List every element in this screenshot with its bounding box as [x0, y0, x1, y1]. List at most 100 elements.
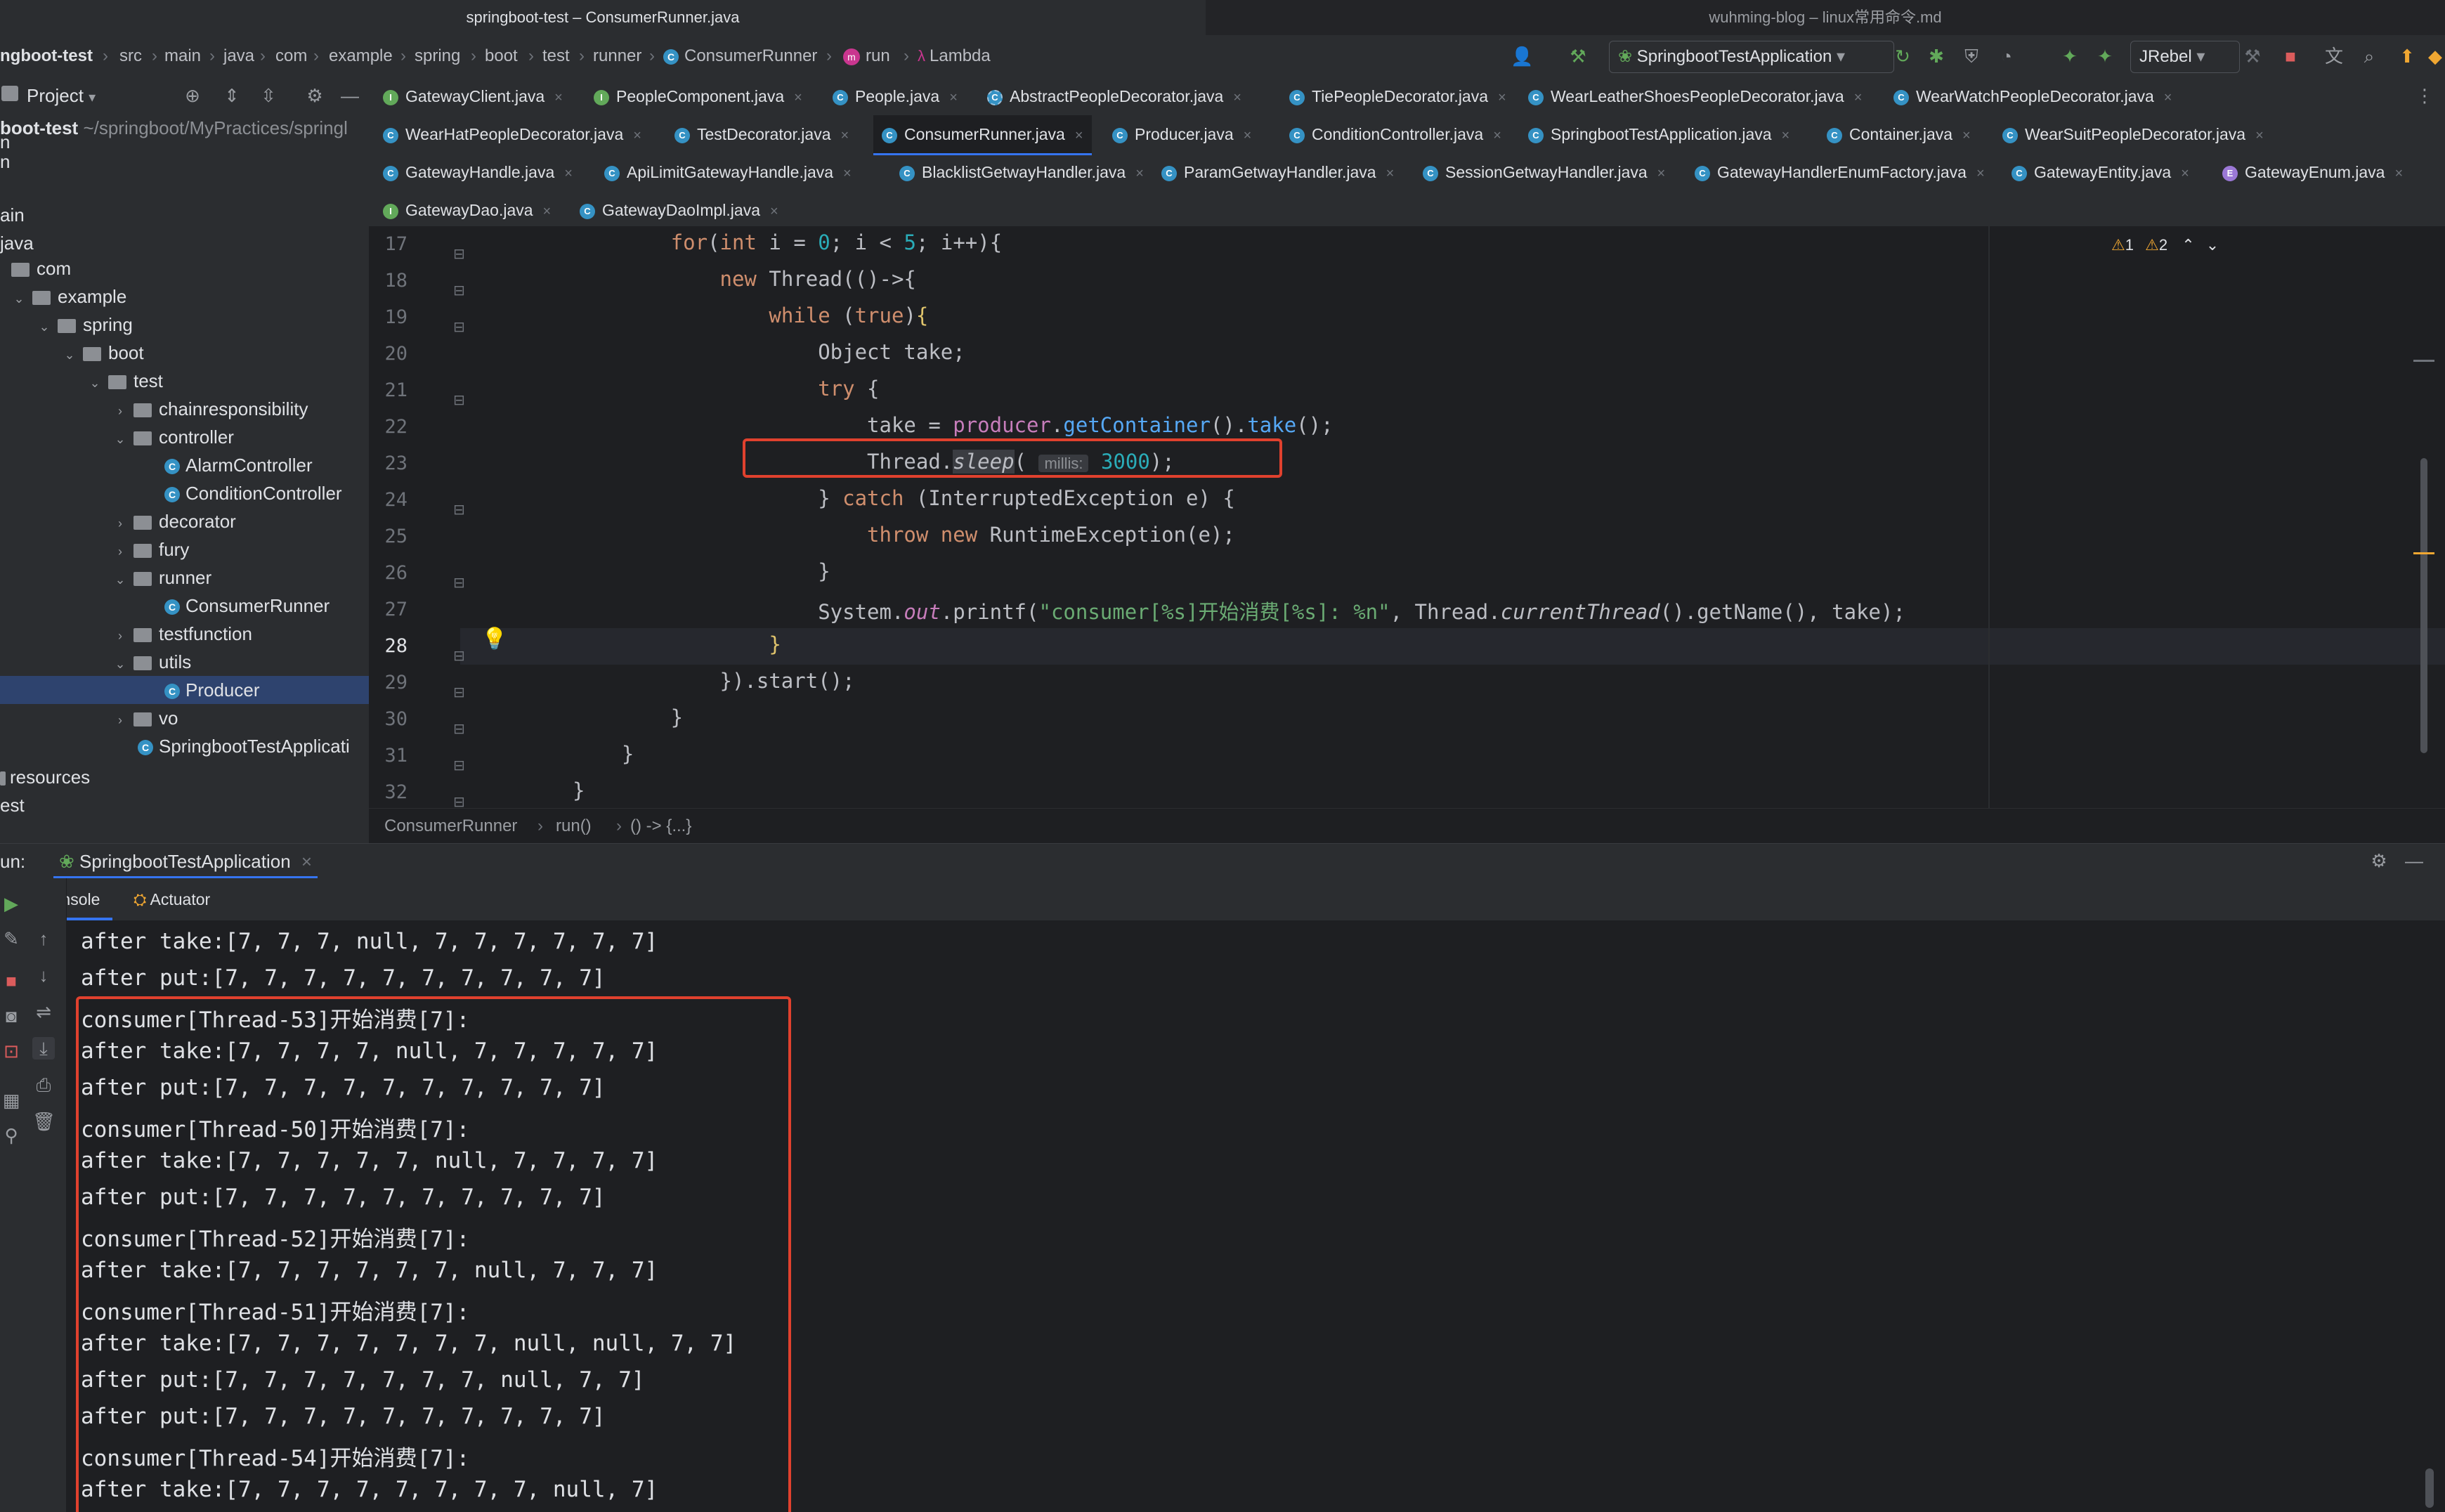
close-icon[interactable]: ×	[1657, 166, 1666, 181]
tree-item-main[interactable]: ain	[0, 201, 369, 229]
close-icon[interactable]: ×	[543, 204, 552, 219]
tab-tiepeopledecorator[interactable]: C TiePeopleDecorator.java ×	[1289, 77, 1506, 115]
update-icon[interactable]: ⬆	[2396, 45, 2418, 67]
inspection-widget[interactable]: ⚠1 ⚠2 ⌃ ⌄	[2111, 236, 2219, 254]
close-icon[interactable]: ×	[770, 204, 778, 219]
close-icon[interactable]: ×	[794, 90, 802, 105]
tab-springboottestapplication[interactable]: C SpringbootTestApplication.java ×	[1528, 115, 1789, 153]
run-config-tab[interactable]: ❀ SpringbootTestApplication ×	[53, 844, 318, 879]
trash-icon[interactable]: 🗑	[32, 1110, 56, 1133]
chevron-up-icon[interactable]: ⌃	[2182, 236, 2194, 254]
chevron-down-icon[interactable]: ⌄	[2206, 236, 2219, 254]
tab-wearleathershoes[interactable]: C WearLeatherShoesPeopleDecorator.java ×	[1528, 77, 1862, 115]
tree-item-controller[interactable]: ⌄ controller	[0, 423, 369, 451]
rerun-icon[interactable]: ↻	[1891, 45, 1914, 67]
close-icon[interactable]: ×	[1244, 128, 1252, 143]
tree-item-resources[interactable]: resources	[0, 763, 369, 791]
jrebel-select[interactable]: JRebel ▾	[2130, 41, 2240, 73]
user-icon[interactable]: 👤	[1511, 45, 1533, 67]
chevron-down-icon[interactable]: ⌄	[62, 341, 77, 369]
pin-icon[interactable]: ⚲	[0, 1124, 22, 1147]
breadcrumb-lambda[interactable]: λ Lambda	[918, 35, 991, 77]
close-icon[interactable]: ×	[1962, 128, 1971, 143]
project-view-select[interactable]: Project ▾	[27, 77, 96, 116]
breadcrumb-runner[interactable]: runner	[593, 35, 641, 77]
tree-item-chainresponsibility[interactable]: › chainresponsibility	[0, 395, 369, 423]
stop-icon[interactable]: ■	[0, 970, 22, 992]
tab-gatewaydaoimpl[interactable]: C GatewayDaoImpl.java ×	[580, 191, 778, 229]
close-icon[interactable]: ×	[1075, 128, 1083, 143]
tab-people[interactable]: C People.java ×	[833, 77, 958, 115]
console-output[interactable]: after take:[7, 7, 7, null, 7, 7, 7, 7, 7…	[0, 920, 2445, 1512]
intention-bulb-icon[interactable]: 💡	[481, 627, 507, 651]
plugin-icon[interactable]: ◆	[2424, 45, 2445, 67]
soft-wrap-icon[interactable]: ⇌	[32, 1001, 55, 1023]
window-title-active[interactable]: springboot-test – ConsumerRunner.java	[0, 0, 1206, 36]
chevron-right-icon[interactable]: ›	[112, 706, 128, 734]
tab-gatewaydao[interactable]: I GatewayDao.java ×	[383, 191, 551, 229]
run-configuration-select[interactable]: ❀ SpringbootTestApplication ▾	[1609, 41, 1894, 73]
editor-breadcrumb-lambda[interactable]: () -> {...}	[630, 809, 691, 844]
breadcrumb-java[interactable]: java	[223, 35, 254, 77]
chevron-down-icon[interactable]: ⌄	[37, 313, 52, 341]
tree-item-alarmcontroller[interactable]: C AlarmController	[0, 451, 369, 479]
expand-all-icon[interactable]: ⇕	[221, 84, 243, 107]
coverage-icon[interactable]: ⛨	[1960, 45, 1983, 67]
hammer-disabled-icon[interactable]: ⚒	[2241, 45, 2264, 67]
close-icon[interactable]: ×	[1854, 90, 1863, 105]
build-hammer-icon[interactable]: ⚒	[1567, 45, 1589, 67]
tree-item-testfunction[interactable]: › testfunction	[0, 620, 369, 650]
chevron-down-icon[interactable]: ⌄	[87, 369, 103, 397]
chevron-right-icon[interactable]: ›	[112, 622, 128, 650]
chevron-down-icon[interactable]: ⌄	[112, 650, 128, 678]
close-icon[interactable]: ×	[554, 90, 563, 105]
breadcrumb-spring[interactable]: spring	[415, 35, 460, 77]
hide-icon[interactable]: —	[339, 84, 361, 107]
scroll-to-end-icon[interactable]: ⤓	[32, 1037, 55, 1060]
tree-item-utils[interactable]: ⌄ utils	[0, 648, 369, 678]
tab-paramgetwayhandler[interactable]: C ParamGetwayHandler.java ×	[1161, 153, 1394, 191]
close-icon[interactable]: ×	[843, 166, 852, 181]
breadcrumb-method[interactable]: m run	[843, 35, 890, 77]
close-icon[interactable]: ×	[301, 851, 312, 872]
tree-item-com[interactable]: com	[0, 254, 369, 282]
window-title-other[interactable]: wuhming-blog – linux常用命令.md	[1206, 0, 2445, 35]
tab-wearhat[interactable]: C WearHatPeopleDecorator.java ×	[383, 115, 641, 153]
tab-container[interactable]: C Container.java ×	[1827, 115, 1971, 153]
close-icon[interactable]: ×	[564, 166, 573, 181]
tree-item-test[interactable]: ⌄ test	[0, 367, 369, 397]
code-editor[interactable]: ⚠1 ⚠2 ⌃ ⌄ 17 18 19 20 21 22 23 24 25 26 …	[369, 226, 2445, 808]
search-icon[interactable]: ⌕	[2358, 45, 2380, 67]
tab-gatewayhandle[interactable]: C GatewayHandle.java ×	[383, 153, 573, 191]
scroll-up-icon[interactable]: ↑	[32, 927, 55, 950]
close-icon[interactable]: ×	[633, 128, 641, 143]
locate-icon[interactable]: ⊕	[181, 84, 204, 107]
tab-gatewayclient[interactable]: I GatewayClient.java ×	[383, 77, 563, 115]
close-icon[interactable]: ×	[840, 128, 849, 143]
tab-consumerrunner[interactable]: C ConsumerRunner.java ×	[873, 115, 1092, 155]
tab-gatewayhandlerenumfactory[interactable]: C GatewayHandlerEnumFactory.java ×	[1695, 153, 1985, 191]
scroll-down-icon[interactable]: ↓	[32, 964, 55, 986]
tab-peoplecomponent[interactable]: I PeopleComponent.java ×	[594, 77, 802, 115]
breadcrumb-test[interactable]: test	[542, 35, 570, 77]
tab-apilimitgatewayhandle[interactable]: C ApiLimitGatewayHandle.java ×	[604, 153, 852, 191]
tab-sessiongetwayhandler[interactable]: C SessionGetwayHandler.java ×	[1423, 153, 1665, 191]
chevron-right-icon[interactable]: ›	[112, 537, 128, 566]
chevron-down-icon[interactable]: ⌄	[11, 285, 27, 313]
pin-tool-icon[interactable]: ✎	[0, 927, 22, 950]
editor-breadcrumb-class[interactable]: ConsumerRunner	[384, 809, 517, 844]
tree-item-springboottestapplication[interactable]: C SpringbootTestApplicati	[0, 732, 369, 760]
chevron-right-icon[interactable]: ›	[112, 509, 128, 537]
debug-icon[interactable]: ✱	[1925, 45, 1948, 67]
close-icon[interactable]: ×	[949, 90, 958, 105]
tree-item[interactable]: n	[0, 148, 369, 176]
stop-icon[interactable]: ■	[2279, 45, 2302, 67]
rerun-icon[interactable]: ▶	[0, 892, 22, 915]
jrebel-run-icon[interactable]: ✦	[2059, 45, 2081, 67]
breadcrumb-src[interactable]: src	[119, 35, 142, 77]
close-icon[interactable]: ×	[1498, 90, 1506, 105]
tree-item-consumerrunner[interactable]: C ConsumerRunner	[0, 592, 369, 620]
chevron-down-icon[interactable]: ⌄	[112, 566, 128, 594]
close-icon[interactable]: ×	[1233, 90, 1241, 105]
tab-producer[interactable]: C Producer.java ×	[1112, 115, 1251, 153]
